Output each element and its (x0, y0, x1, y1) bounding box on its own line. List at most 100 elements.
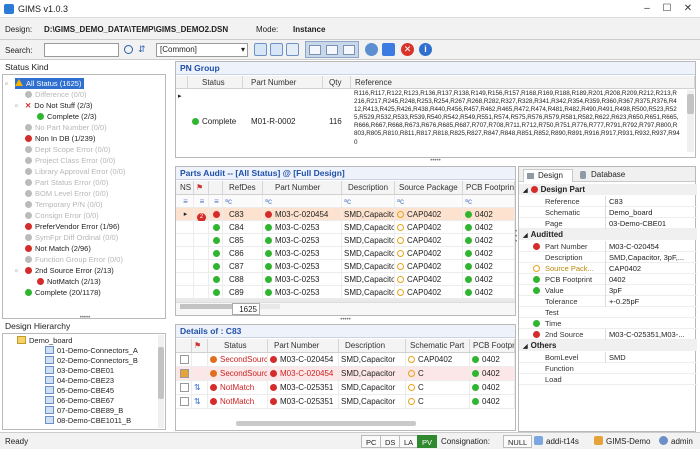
table-row[interactable]: C89 M03-C-0253 SMD,Capacitor CAP0402 0402 (176, 286, 515, 299)
dt-col-status[interactable]: Status (208, 339, 268, 352)
hierarchy-item[interactable]: 04-Demo-CBE23 (45, 376, 114, 386)
dt-col-pcb-footprint[interactable]: PCB Footprint (470, 339, 515, 352)
others-section-header[interactable]: ◢ Others (519, 340, 697, 351)
hierarchy-item[interactable]: Demo_board (17, 336, 72, 346)
splitter-handle[interactable]: ••••• (175, 158, 696, 164)
design_part-section-header[interactable]: ◢ Design Part (519, 184, 697, 195)
expand-icon[interactable] (254, 43, 267, 56)
splitter-handle[interactable]: ••••• (175, 317, 516, 323)
pn-reference-scrollbar[interactable] (687, 90, 694, 152)
status-kind-item[interactable]: Library Approval Error (0/0) (25, 166, 125, 177)
hierarchy-item[interactable]: 07-Demo-CBE89_B (45, 406, 123, 416)
minimize-button[interactable]: – (640, 2, 654, 16)
toggle-la[interactable]: LA (399, 435, 419, 448)
maximize-button[interactable]: ☐ (660, 2, 674, 16)
view-grid-icon[interactable] (343, 45, 355, 55)
status-kind-item[interactable]: BOM Level Error (0/0) (25, 188, 108, 199)
filter-icon[interactable]: ≡ (176, 195, 194, 208)
flag-icon[interactable]: ⚑ (192, 339, 208, 352)
details-horizontal-scrollbar-thumb[interactable] (236, 421, 416, 426)
status-kind-item[interactable]: Complete (20/1178) (25, 287, 101, 298)
dt-col-schematic-part[interactable]: Schematic Part (406, 339, 470, 352)
pn-group-row[interactable]: ▸ Complete M01-R-0002 116 R116,R117,R122… (176, 90, 695, 154)
close-button[interactable]: ✕ (681, 2, 695, 16)
pa-col-description[interactable]: Description (342, 181, 395, 194)
status-kind-item[interactable]: SymFpr Diff Ordinal (0/0) (25, 232, 118, 243)
hierarchy-item[interactable]: 01-Demo-Connectors_A (45, 346, 138, 356)
hierarchy-item[interactable]: 08-Demo-CBE1011_B (45, 416, 131, 426)
pn-reference-scrollbar-thumb[interactable] (687, 94, 694, 114)
status-kind-item[interactable]: 2nd Source Error (2/13) (25, 265, 114, 276)
tree-toggle-icon[interactable]: ▫ (15, 265, 18, 276)
tab-design[interactable]: Design (523, 169, 573, 182)
audit-icon[interactable] (382, 43, 395, 56)
property-row[interactable]: Description SMD,Capacitor, 3pF,... (519, 252, 697, 263)
hierarchy-scrollbar-thumb[interactable] (158, 347, 164, 399)
status-kind-item[interactable]: Dept Scope Error (0/0) (25, 144, 110, 155)
table-row[interactable]: C87 M03-C-0253 SMD,Capacitor CAP0402 0402 (176, 260, 515, 273)
details-row[interactable]: ⇅ NotMatch M03-C-025351 SMD,Capacitor C 0402 (176, 395, 515, 409)
parts-audit-scroll-track[interactable] (176, 299, 515, 302)
property-row[interactable]: Tolerance +-0.25pF (519, 296, 697, 307)
status-kind-item[interactable]: Part Status Error (0/0) (25, 177, 108, 188)
toggle-pv[interactable]: PV (417, 435, 438, 448)
property-row[interactable]: Time (519, 318, 697, 329)
status-kind-item[interactable]: PreferVendor Error (1/96) (25, 221, 120, 232)
filter-icon[interactable]: ≡ (209, 195, 223, 208)
table-row[interactable]: C85 M03-C-0253 SMD,Capacitor CAP0402 0402 (176, 234, 515, 247)
pn-col-qty[interactable]: Qty (323, 76, 351, 89)
table-row[interactable]: C88 M03-C-0253 SMD,Capacitor CAP0402 0402 (176, 273, 515, 286)
tab-database[interactable]: Database (577, 169, 635, 182)
tree-toggle-icon[interactable]: ▫ (5, 78, 8, 89)
toggle-pc[interactable]: PC (361, 435, 382, 448)
status-kind-item[interactable]: Non In DB (1/239) (25, 133, 95, 144)
export-icon[interactable] (286, 43, 299, 56)
table-row[interactable]: C86 M03-C-0253 SMD,Capacitor CAP0402 0402 (176, 247, 515, 260)
search-icon[interactable] (124, 45, 133, 54)
status-kind-item[interactable]: Temporary P/N (0/0) (25, 199, 103, 210)
details-row[interactable]: SecondSource M03-C-020454 SMD,Capacitor C 04… (176, 367, 515, 381)
dt-col-description[interactable]: Description (339, 339, 406, 352)
hierarchy-item[interactable]: 03-Demo-CBE01 (45, 366, 114, 376)
property-row[interactable]: Test (519, 307, 697, 318)
filter-icon[interactable]: ᵃᴄ (263, 195, 342, 208)
property-row[interactable]: Part Number M03-C-020454 (519, 241, 697, 252)
hierarchy-item[interactable]: 06-Demo-CBE67 (45, 396, 114, 406)
stop-icon[interactable]: ✕ (401, 43, 414, 56)
pa-col-pcb-footprint[interactable]: PCB Footprint (463, 181, 515, 194)
horizontal-scrollbar[interactable] (180, 304, 280, 309)
status-kind-item[interactable]: Consign Error (0/0) (25, 210, 99, 221)
property-row[interactable]: BomLevel SMD (519, 352, 697, 363)
scope-select[interactable]: [Common] ▾ (156, 43, 248, 57)
filter-icon[interactable]: ≡ (194, 195, 209, 208)
info-icon[interactable]: i (419, 43, 432, 56)
details-row[interactable]: ⇅ NotMatch M03-C-025351 SMD,Capacitor C 0402 (176, 381, 515, 395)
property-row[interactable]: Function (519, 363, 697, 374)
hierarchy-item[interactable]: 02-Demo-Connectors_B (45, 356, 138, 366)
find-next-icon[interactable]: ⇵ (138, 44, 148, 54)
property-row[interactable]: Reference C83 (519, 196, 697, 207)
pn-col-reference[interactable]: Reference (351, 76, 695, 89)
property-row[interactable]: Source Pack... CAP0402 (519, 263, 697, 274)
pa-col-source-package[interactable]: Source Package (395, 181, 463, 194)
auditted-section-header[interactable]: ◢ Auditted (519, 229, 697, 240)
pa-col-status[interactable] (209, 181, 223, 194)
pn-col-part-number[interactable]: Part Number (243, 76, 323, 89)
dt-col-part-number[interactable]: Part Number (268, 339, 339, 352)
consignation-value[interactable]: NULL (503, 435, 533, 448)
status-kind-item[interactable]: Complete (2/3) (37, 111, 97, 122)
pn-col-status[interactable]: Status (188, 76, 243, 89)
property-row[interactable]: Schematic Demo_board (519, 207, 697, 218)
hierarchy-scrollbar[interactable] (158, 335, 164, 428)
status-kind-item[interactable]: NotMatch (2/13) (37, 276, 101, 287)
horizontal-scrollbar-thumb[interactable] (180, 304, 240, 309)
view-single-icon[interactable] (309, 45, 321, 55)
filter-icon[interactable]: ᵃᴄ (223, 195, 263, 208)
status-kind-item[interactable]: No Part Number (0/0) (25, 122, 107, 133)
status-kind-item[interactable]: Project Class Error (0/0) (25, 155, 115, 166)
status-kind-item[interactable]: Difference (0/0) (25, 89, 87, 100)
settings-icon[interactable] (365, 43, 378, 56)
pa-col-ns[interactable]: NS (176, 181, 194, 194)
details-row[interactable]: SecondSource M03-C-020454 SMD,Capacitor CAP… (176, 353, 515, 367)
status-kind-item[interactable]: ✕ Do Not Stuff (2/3) (25, 100, 93, 111)
